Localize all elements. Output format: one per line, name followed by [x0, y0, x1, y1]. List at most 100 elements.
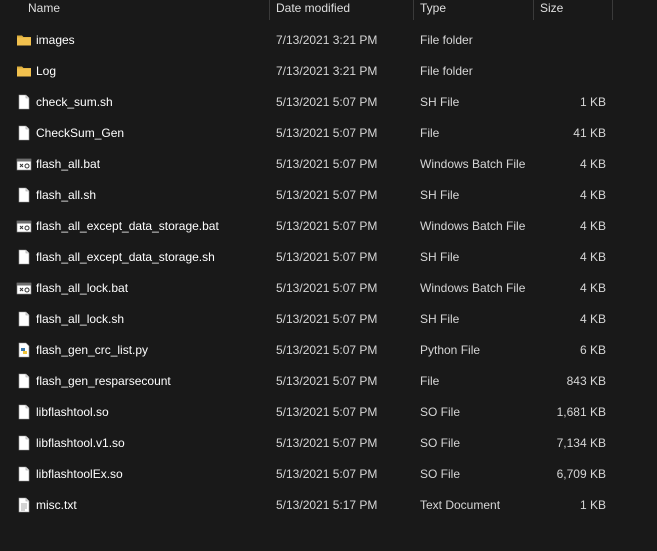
file-size: 6 KB: [579, 343, 606, 357]
file-row[interactable]: libflashtoolEx.so 5/13/2021 5:07 PM SO F…: [0, 459, 657, 490]
column-header-size[interactable]: Size: [540, 0, 563, 20]
column-divider[interactable]: [612, 0, 613, 20]
file-row[interactable]: Log 7/13/2021 3:21 PM File folder: [0, 56, 657, 87]
file-row[interactable]: flash_all_lock.bat 5/13/2021 5:07 PM Win…: [0, 273, 657, 304]
file-row[interactable]: check_sum.sh 5/13/2021 5:07 PM SH File 1…: [0, 87, 657, 118]
file-size: 4 KB: [579, 188, 606, 202]
file-row[interactable]: flash_all_except_data_storage.sh 5/13/20…: [0, 242, 657, 273]
column-header-date[interactable]: Date modified: [276, 0, 350, 20]
file-size: 1 KB: [579, 95, 606, 109]
file-size: 4 KB: [579, 312, 606, 326]
file-type: Python File: [420, 343, 481, 357]
file-name: misc.txt: [36, 498, 77, 512]
file-row[interactable]: flash_all_lock.sh 5/13/2021 5:07 PM SH F…: [0, 304, 657, 335]
file-icon: [16, 187, 32, 203]
file-date-modified: 5/13/2021 5:07 PM: [276, 467, 378, 481]
file-date-modified: 5/13/2021 5:07 PM: [276, 374, 378, 388]
file-type: SH File: [420, 95, 460, 109]
file-name: libflashtoolEx.so: [36, 467, 123, 481]
file-type: Windows Batch File: [420, 219, 526, 233]
file-icon: [16, 249, 32, 265]
file-type: SH File: [420, 188, 460, 202]
file-name: flash_gen_resparsecount: [36, 374, 171, 388]
file-date-modified: 5/13/2021 5:07 PM: [276, 343, 378, 357]
file-date-modified: 5/13/2021 5:07 PM: [276, 436, 378, 450]
file-icon: [16, 404, 32, 420]
file-icon: [16, 311, 32, 327]
file-row[interactable]: libflashtool.v1.so 5/13/2021 5:07 PM SO …: [0, 428, 657, 459]
file-type: SO File: [420, 405, 461, 419]
file-size: 4 KB: [579, 281, 606, 295]
python-file-icon: [16, 342, 32, 358]
column-divider[interactable]: [413, 0, 414, 20]
file-date-modified: 5/13/2021 5:07 PM: [276, 405, 378, 419]
file-date-modified: 5/13/2021 5:07 PM: [276, 188, 378, 202]
file-row[interactable]: CheckSum_Gen 5/13/2021 5:07 PM File 41 K…: [0, 118, 657, 149]
text-file-icon: [16, 497, 32, 513]
file-size: 1,681 KB: [556, 405, 606, 419]
file-name: flash_gen_crc_list.py: [36, 343, 149, 357]
batch-file-icon: [16, 218, 32, 234]
file-type: Windows Batch File: [420, 281, 526, 295]
file-name: images: [36, 33, 75, 47]
column-header-name[interactable]: Name: [28, 0, 60, 20]
file-size: 4 KB: [579, 157, 606, 171]
file-row[interactable]: flash_all_except_data_storage.bat 5/13/2…: [0, 211, 657, 242]
file-row[interactable]: misc.txt 5/13/2021 5:17 PM Text Document…: [0, 490, 657, 521]
file-row[interactable]: libflashtool.so 5/13/2021 5:07 PM SO Fil…: [0, 397, 657, 428]
file-icon: [16, 435, 32, 451]
column-header-bar: Name Date modified Type Size: [0, 0, 657, 20]
file-size: 843 KB: [566, 374, 606, 388]
file-date-modified: 5/13/2021 5:07 PM: [276, 250, 378, 264]
file-name: flash_all_lock.bat: [36, 281, 129, 295]
file-name: libflashtool.v1.so: [36, 436, 125, 450]
file-name: libflashtool.so: [36, 405, 109, 419]
file-size: 41 KB: [573, 126, 606, 140]
file-type: SO File: [420, 436, 461, 450]
batch-file-icon: [16, 156, 32, 172]
file-date-modified: 5/13/2021 5:07 PM: [276, 312, 378, 326]
file-type: SH File: [420, 312, 460, 326]
file-date-modified: 5/13/2021 5:07 PM: [276, 95, 378, 109]
file-type: Text Document: [420, 498, 501, 512]
file-size: 4 KB: [579, 219, 606, 233]
file-type: SO File: [420, 467, 461, 481]
file-icon: [16, 466, 32, 482]
file-name: CheckSum_Gen: [36, 126, 125, 140]
file-icon: [16, 125, 32, 141]
file-icon: [16, 373, 32, 389]
file-date-modified: 5/13/2021 5:17 PM: [276, 498, 378, 512]
batch-file-icon: [16, 280, 32, 296]
file-date-modified: 5/13/2021 5:07 PM: [276, 281, 378, 295]
file-type: File folder: [420, 64, 473, 78]
file-size: 4 KB: [579, 250, 606, 264]
file-date-modified: 5/13/2021 5:07 PM: [276, 126, 378, 140]
file-row[interactable]: images 7/13/2021 3:21 PM File folder: [0, 25, 657, 56]
file-row[interactable]: flash_all.sh 5/13/2021 5:07 PM SH File 4…: [0, 180, 657, 211]
file-type: File folder: [420, 33, 473, 47]
file-size: 6,709 KB: [556, 467, 606, 481]
file-size: [540, 25, 606, 56]
file-name: Log: [36, 64, 57, 78]
file-row[interactable]: flash_all.bat 5/13/2021 5:07 PM Windows …: [0, 149, 657, 180]
file-name: flash_all_lock.sh: [36, 312, 125, 326]
file-size: [540, 56, 606, 87]
file-size: 7,134 KB: [556, 436, 606, 450]
file-name: flash_all.bat: [36, 157, 101, 171]
file-name: flash_all_except_data_storage.bat: [36, 219, 219, 233]
folder-icon: [16, 32, 32, 48]
column-divider[interactable]: [533, 0, 534, 20]
file-date-modified: 5/13/2021 5:07 PM: [276, 157, 378, 171]
file-date-modified: 7/13/2021 3:21 PM: [276, 33, 378, 47]
file-type: Windows Batch File: [420, 157, 526, 171]
file-date-modified: 7/13/2021 3:21 PM: [276, 64, 378, 78]
file-row[interactable]: flash_gen_resparsecount 5/13/2021 5:07 P…: [0, 366, 657, 397]
column-header-type[interactable]: Type: [420, 0, 446, 20]
column-divider[interactable]: [269, 0, 270, 20]
file-row[interactable]: flash_gen_crc_list.py 5/13/2021 5:07 PM …: [0, 335, 657, 366]
file-name: flash_all_except_data_storage.sh: [36, 250, 215, 264]
file-icon: [16, 94, 32, 110]
file-name: check_sum.sh: [36, 95, 113, 109]
file-type: File: [420, 374, 440, 388]
file-date-modified: 5/13/2021 5:07 PM: [276, 219, 378, 233]
